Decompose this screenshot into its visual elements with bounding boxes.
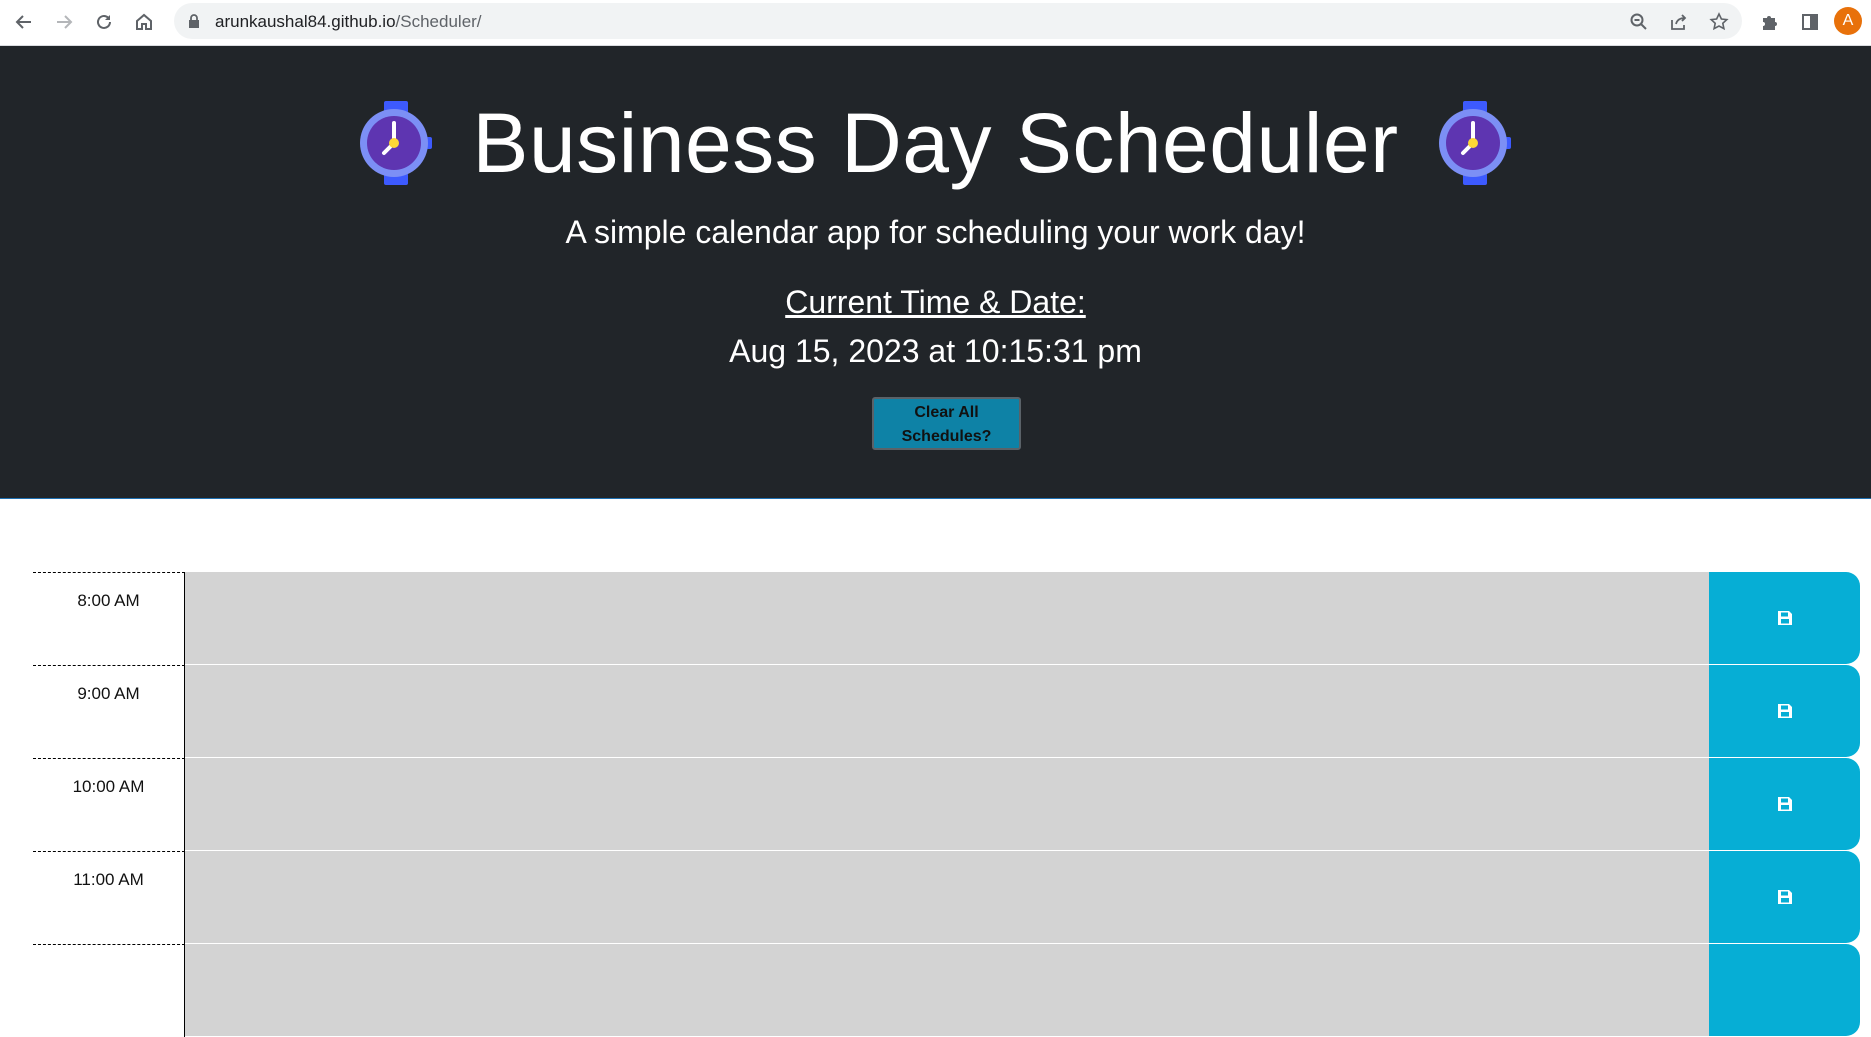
event-description-input[interactable] — [185, 665, 1709, 758]
time-block-row: 11:00 AM — [33, 851, 1860, 944]
address-bar[interactable]: arunkaushal84.github.io/Scheduler/ — [174, 3, 1742, 39]
share-icon[interactable] — [1666, 9, 1692, 35]
page-header: Business Day Scheduler A simple calendar… — [0, 46, 1871, 499]
time-block-row: 8:00 AM — [33, 572, 1860, 665]
clear-button-line2: Schedules? — [901, 428, 992, 445]
lock-icon — [189, 14, 199, 28]
watch-icon — [1438, 101, 1511, 185]
floppy-disk-icon — [1777, 611, 1792, 625]
save-button[interactable] — [1709, 944, 1860, 1036]
home-button[interactable] — [129, 7, 159, 37]
hour-label: 8:00 AM — [33, 572, 185, 665]
profile-avatar[interactable]: A — [1834, 7, 1862, 35]
hour-label: 11:00 AM — [33, 851, 185, 944]
extensions-button[interactable] — [1755, 7, 1785, 37]
floppy-disk-icon — [1777, 890, 1792, 904]
floppy-disk-icon — [1777, 704, 1792, 718]
url-host: arunkaushal84.github.io — [215, 12, 396, 31]
page-subtitle: A simple calendar app for scheduling you… — [565, 214, 1306, 250]
event-description-input[interactable] — [185, 758, 1709, 851]
url-path: /Scheduler/ — [395, 12, 482, 31]
save-button[interactable] — [1709, 758, 1860, 850]
hour-label: 10:00 AM — [33, 758, 185, 851]
home-icon — [136, 13, 152, 30]
reload-icon — [97, 14, 111, 29]
hour-label — [33, 944, 185, 1037]
save-button[interactable] — [1709, 851, 1860, 943]
side-panel-button[interactable] — [1795, 7, 1825, 37]
save-button[interactable] — [1709, 572, 1860, 664]
reload-button[interactable] — [89, 7, 119, 37]
title-row: Business Day Scheduler — [0, 96, 1871, 190]
bookmark-star-icon[interactable] — [1706, 9, 1732, 35]
time-block-row: 9:00 AM — [33, 665, 1860, 758]
page-title: Business Day Scheduler — [472, 95, 1399, 190]
puzzle-piece-icon — [1763, 16, 1777, 30]
hour-label: 9:00 AM — [33, 665, 185, 758]
browser-toolbar: arunkaushal84.github.io/Scheduler/ A — [0, 0, 1871, 46]
back-arrow-icon — [15, 15, 31, 29]
time-block-row: 10:00 AM — [33, 758, 1860, 851]
clear-all-button[interactable]: Clear All Schedules? — [872, 397, 1021, 450]
forward-button[interactable] — [49, 7, 79, 37]
zoom-icon[interactable] — [1626, 9, 1652, 35]
current-time-label: Current Time & Date: — [785, 284, 1086, 320]
back-button[interactable] — [9, 7, 39, 37]
event-description-input[interactable] — [185, 572, 1709, 665]
side-panel-icon — [1802, 14, 1818, 30]
clear-button-line1: Clear All — [914, 404, 979, 421]
event-description-input[interactable] — [185, 944, 1709, 1037]
schedule-container: 8:00 AM 9:00 AM 10:00 AM 11:00 AM — [33, 572, 1860, 1037]
watch-icon — [360, 101, 433, 185]
current-time-value: Aug 15, 2023 at 10:15:31 pm — [729, 333, 1142, 369]
floppy-disk-icon — [1777, 797, 1792, 811]
forward-arrow-icon — [57, 15, 73, 29]
time-block-row — [33, 944, 1860, 1037]
event-description-input[interactable] — [185, 851, 1709, 944]
save-button[interactable] — [1709, 665, 1860, 757]
url-text: arunkaushal84.github.io/Scheduler/ — [215, 12, 482, 32]
